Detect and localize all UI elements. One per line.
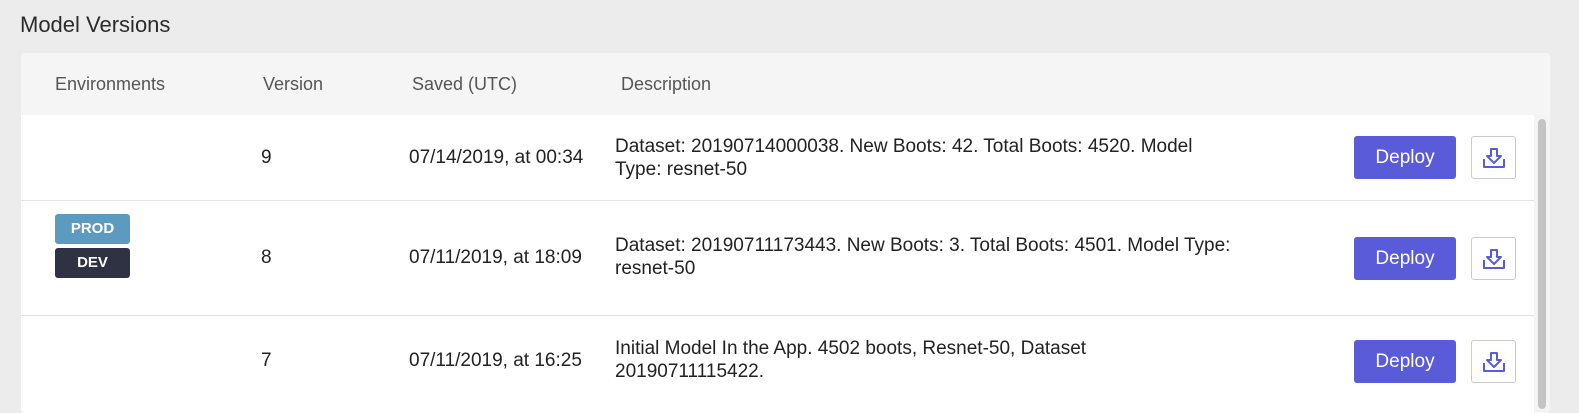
version-cell: 9 [261,147,272,168]
header-description: Description [621,74,712,94]
description-cell: Dataset: 20190714000038. New Boots: 42. … [615,136,1193,180]
model-versions-table: Environments Version Saved (UTC) Descrip… [21,53,1550,413]
download-icon [1482,248,1505,269]
saved-cell: 07/14/2019, at 00:34 [409,147,584,168]
download-button[interactable] [1471,237,1516,280]
header-version: Version [263,74,324,94]
table-row: 7 07/11/2019, at 16:25 Initial Model In … [21,316,1534,413]
table-row: PROD DEV 8 07/11/2019, at 18:09 Dataset:… [21,201,1534,316]
deploy-button[interactable]: Deploy [1354,237,1456,280]
deploy-button[interactable]: Deploy [1354,340,1456,383]
download-button[interactable] [1471,340,1516,383]
header-environments: Environments [55,74,166,94]
version-cell: 8 [261,247,272,268]
download-icon [1482,147,1505,168]
deploy-button[interactable]: Deploy [1354,136,1456,179]
saved-cell: 07/11/2019, at 16:25 [409,350,582,371]
download-icon [1482,351,1505,372]
header-saved: Saved (UTC) [412,74,518,94]
env-badge-dev: DEV [55,248,130,278]
download-button[interactable] [1471,136,1516,179]
scrollbar-thumb[interactable] [1538,119,1546,409]
env-badge-prod: PROD [55,214,130,244]
table-row: 9 07/14/2019, at 00:34 Dataset: 20190714… [21,115,1534,201]
page-title: Model Versions [20,12,171,37]
saved-cell: 07/11/2019, at 18:09 [409,247,582,268]
description-cell: Initial Model In the App. 4502 boots, Re… [615,338,1087,382]
version-cell: 7 [261,350,272,371]
vertical-scrollbar[interactable] [1534,115,1550,413]
table-header: Environments Version Saved (UTC) Descrip… [21,53,1550,115]
description-cell: Dataset: 20190711173443. New Boots: 3. T… [615,235,1231,279]
